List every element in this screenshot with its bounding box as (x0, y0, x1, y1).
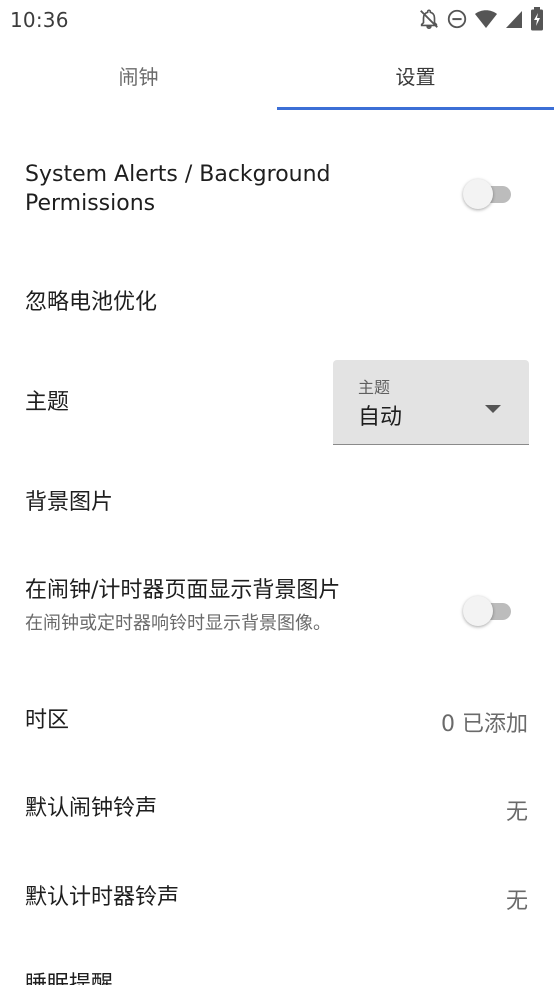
setting-default-timer-ringtone[interactable]: 默认计时器铃声 无 (0, 853, 554, 943)
toggle-thumb (463, 596, 493, 626)
tab-settings[interactable]: 设置 (277, 44, 554, 106)
setting-show-background-image[interactable]: 在闹钟/计时器页面显示背景图片 在闹钟或定时器响铃时显示背景图像。 (0, 566, 554, 656)
battery-charging-icon (530, 7, 544, 31)
setting-system-alerts-title: System Alerts / Background Permissions (25, 160, 331, 218)
setting-timezone[interactable]: 时区 0 已添加 (0, 676, 554, 766)
setting-timezone-title: 时区 (25, 708, 70, 733)
toggle-thumb (463, 179, 493, 209)
setting-system-alerts[interactable]: System Alerts / Background Permissions (0, 150, 554, 240)
tab-alarm[interactable]: 闹钟 (0, 44, 277, 106)
setting-battery-title: 忽略电池优化 (25, 290, 158, 315)
setting-alarm-ringtone-value: 无 (505, 800, 528, 825)
notifications-off-icon (418, 8, 440, 30)
do-not-disturb-icon (446, 8, 468, 30)
dropdown-arrow-icon (485, 399, 501, 418)
setting-show-bg-title: 在闹钟/计时器页面显示背景图片 (25, 578, 341, 603)
setting-background-image[interactable]: 背景图片 (0, 458, 554, 548)
setting-system-alerts-title-line1: System Alerts / Background (25, 162, 331, 187)
status-time: 10:36 (10, 8, 69, 32)
setting-timezone-value: 0 已添加 (441, 712, 528, 737)
setting-sleep-reminder-title: 睡眠提醒 (25, 972, 114, 985)
setting-default-alarm-ringtone[interactable]: 默认闹钟铃声 无 (0, 764, 554, 854)
setting-timer-ringtone-title: 默认计时器铃声 (25, 885, 180, 910)
status-icons (418, 7, 544, 31)
theme-dropdown-label: 主题 (358, 378, 391, 397)
theme-dropdown-value: 自动 (358, 405, 403, 430)
status-bar: 10:36 (0, 0, 554, 40)
tab-selected-indicator (277, 107, 554, 110)
setting-timer-ringtone-value: 无 (505, 889, 528, 914)
setting-alarm-ringtone-title: 默认闹钟铃声 (25, 796, 158, 821)
system-alerts-toggle[interactable] (463, 179, 513, 209)
setting-show-bg-subtitle: 在闹钟或定时器响铃时显示背景图像。 (25, 613, 331, 634)
setting-theme-title: 主题 (25, 390, 70, 415)
settings-screen: 10:36 闹钟 设置 System Alerts / Background P… (0, 0, 554, 985)
setting-system-alerts-title-line2: Permissions (25, 191, 156, 216)
wifi-icon (474, 8, 498, 30)
tab-bar: 闹钟 设置 (0, 44, 554, 110)
tab-alarm-label: 闹钟 (118, 64, 159, 89)
setting-background-image-title: 背景图片 (25, 490, 114, 515)
setting-ignore-battery-optimization[interactable]: 忽略电池优化 (0, 258, 554, 348)
setting-sleep-reminder[interactable]: 睡眠提醒 (0, 940, 554, 985)
tab-settings-label: 设置 (395, 64, 436, 89)
theme-dropdown[interactable]: 主题 自动 (333, 360, 529, 445)
show-background-toggle[interactable] (463, 596, 513, 626)
cellular-signal-icon (504, 8, 524, 30)
